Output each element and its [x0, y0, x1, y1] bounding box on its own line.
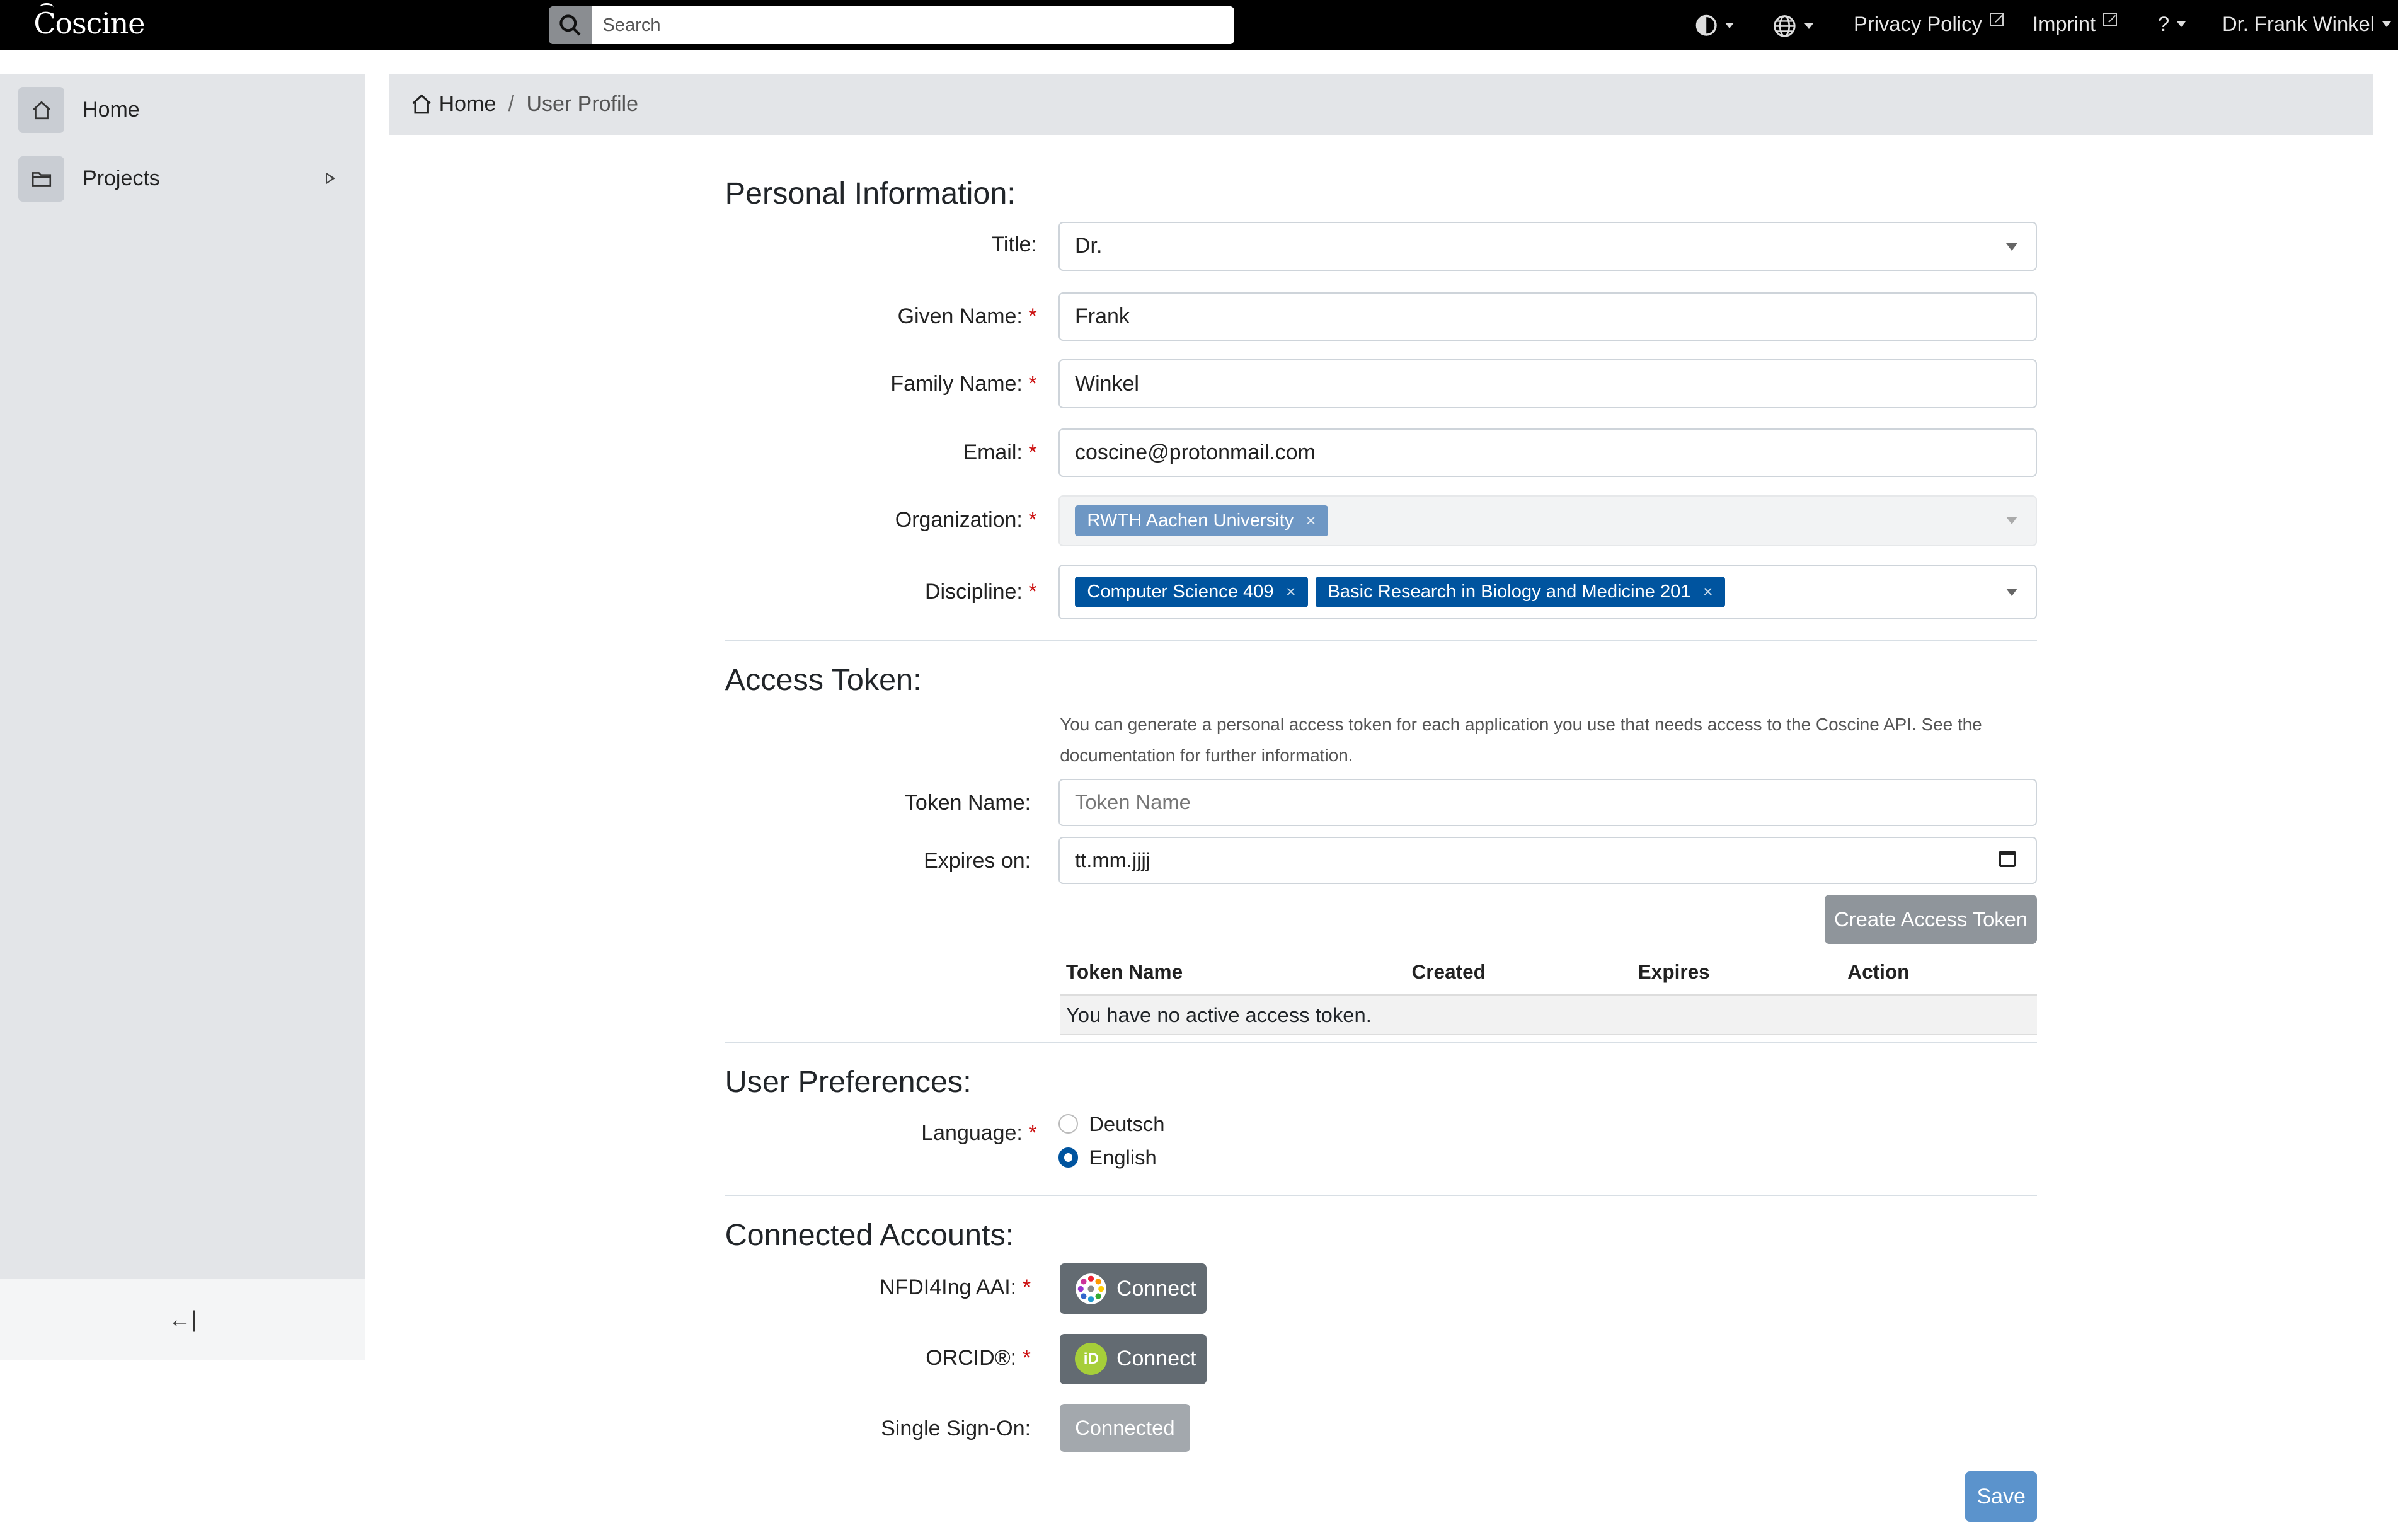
discipline-tag: Computer Science 409 ×: [1075, 577, 1308, 607]
contrast-icon: [1695, 14, 1717, 36]
top-navbar: Coscine Privacy Policy Imprint ? Dr. Fra…: [0, 0, 2398, 51]
user-menu[interactable]: Dr. Frank Winkel: [2222, 12, 2392, 36]
theme-toggle[interactable]: [1695, 14, 1735, 37]
nfdi4ing-logo-icon: [1076, 1273, 1107, 1304]
language-option-english[interactable]: English: [1058, 1146, 1157, 1169]
coscine-logo[interactable]: Coscine: [33, 3, 145, 40]
orcid-label: ORCID®: *: [926, 1346, 1031, 1370]
email-field[interactable]: coscine@protonmail.com: [1058, 428, 2038, 478]
privacy-policy-link[interactable]: Privacy Policy: [1854, 12, 2004, 36]
discipline-tag: Basic Research in Biology and Medicine 2…: [1316, 577, 1725, 607]
user-preferences-heading: User Preferences:: [725, 1065, 972, 1100]
organization-label: Organization: *: [895, 507, 1037, 532]
folder-icon: [18, 156, 64, 202]
sidebar-item-label: Projects: [83, 166, 160, 191]
column-header-token-name[interactable]: Token Name: [1066, 960, 1183, 984]
help-menu[interactable]: ?: [2158, 12, 2186, 36]
imprint-link[interactable]: Imprint: [2033, 12, 2118, 36]
orcid-connect-button[interactable]: iD Connect: [1060, 1333, 1207, 1384]
discipline-label: Discipline: *: [925, 579, 1037, 604]
access-token-heading: Access Token:: [725, 663, 922, 698]
section-divider: [725, 1042, 2038, 1043]
home-icon: [412, 94, 431, 114]
external-link-icon: [2103, 13, 2118, 27]
given-name-label: Given Name: *: [897, 304, 1037, 329]
save-button[interactable]: Save: [1965, 1471, 2038, 1522]
token-help-text: You can generate a personal access token…: [1060, 715, 1982, 765]
personal-info-heading: Personal Information:: [725, 176, 1016, 211]
expires-on-label: Expires on:: [924, 849, 1031, 873]
nfdi4ing-connect-button[interactable]: Connect: [1060, 1263, 1207, 1314]
table-empty-row: You have no active access token.: [1060, 994, 2038, 1036]
given-name-field[interactable]: Frank: [1058, 292, 2038, 342]
create-access-token-button[interactable]: Create Access Token: [1824, 895, 2038, 944]
radio-button-selected[interactable]: [1058, 1147, 1079, 1168]
nfdi4ing-label: NFDI4Ing AAI: *: [880, 1275, 1031, 1300]
sidebar-item-label: Home: [83, 98, 140, 122]
column-header-expires[interactable]: Expires: [1638, 960, 1710, 984]
radio-button[interactable]: [1058, 1113, 1079, 1134]
chevron-down-icon: [2006, 517, 2018, 524]
column-header-created[interactable]: Created: [1411, 960, 1485, 984]
expires-date-input[interactable]: tt.mm.jjjj: [1058, 836, 2038, 885]
remove-tag-icon[interactable]: ×: [1286, 582, 1296, 602]
collapse-sidebar-button[interactable]: ←|: [0, 1279, 366, 1360]
section-divider: [725, 1194, 2038, 1197]
sidebar-item-projects[interactable]: Projects: [18, 156, 347, 202]
expand-arrow-icon[interactable]: [326, 173, 335, 185]
orcid-icon: iD: [1075, 1343, 1108, 1376]
remove-tag-icon[interactable]: ×: [1703, 582, 1713, 602]
organization-tag: RWTH Aachen University ×: [1075, 505, 1328, 536]
search-input[interactable]: [592, 6, 1234, 45]
title-label: Title:: [991, 232, 1037, 256]
external-link-icon: [1989, 13, 2004, 27]
connected-accounts-heading: Connected Accounts:: [725, 1218, 1014, 1253]
family-name-field[interactable]: Winkel: [1058, 359, 2038, 409]
section-divider: [725, 639, 2038, 641]
sso-label: Single Sign-On:: [881, 1416, 1031, 1440]
family-name-label: Family Name: *: [890, 371, 1037, 396]
home-icon: [18, 87, 64, 134]
language-switcher[interactable]: [1772, 14, 1814, 38]
search-bar: [549, 6, 1234, 45]
chevron-down-icon: [2006, 589, 2018, 596]
breadcrumb: Home / User Profile: [388, 73, 2374, 135]
discipline-select[interactable]: Computer Science 409 × Basic Research in …: [1058, 564, 2038, 620]
search-icon: [559, 14, 581, 36]
breadcrumb-home[interactable]: Home: [439, 92, 496, 117]
breadcrumb-separator: /: [508, 91, 515, 116]
globe-icon: [1774, 15, 1796, 37]
token-name-input[interactable]: [1058, 778, 2038, 826]
sidebar: Home Projects ←|: [0, 73, 366, 1360]
sidebar-item-home[interactable]: Home: [18, 87, 347, 134]
breadcrumb-current: User Profile: [526, 91, 638, 116]
sso-connected-button: Connected: [1060, 1404, 1190, 1452]
title-select[interactable]: Dr.: [1058, 221, 2038, 271]
remove-tag-icon[interactable]: ×: [1306, 511, 1316, 531]
search-button[interactable]: [549, 6, 592, 45]
language-option-deutsch[interactable]: Deutsch: [1058, 1112, 1164, 1136]
language-label: Language: *: [921, 1121, 1037, 1146]
email-label: Email: *: [963, 440, 1037, 465]
chevron-down-icon: [2006, 243, 2018, 251]
column-header-action: Action: [1847, 960, 1910, 984]
organization-select[interactable]: RWTH Aachen University ×: [1058, 495, 2038, 546]
calendar-icon[interactable]: [1999, 850, 2016, 868]
collapse-icon: ←|: [168, 1306, 197, 1332]
token-name-label: Token Name:: [904, 790, 1031, 815]
